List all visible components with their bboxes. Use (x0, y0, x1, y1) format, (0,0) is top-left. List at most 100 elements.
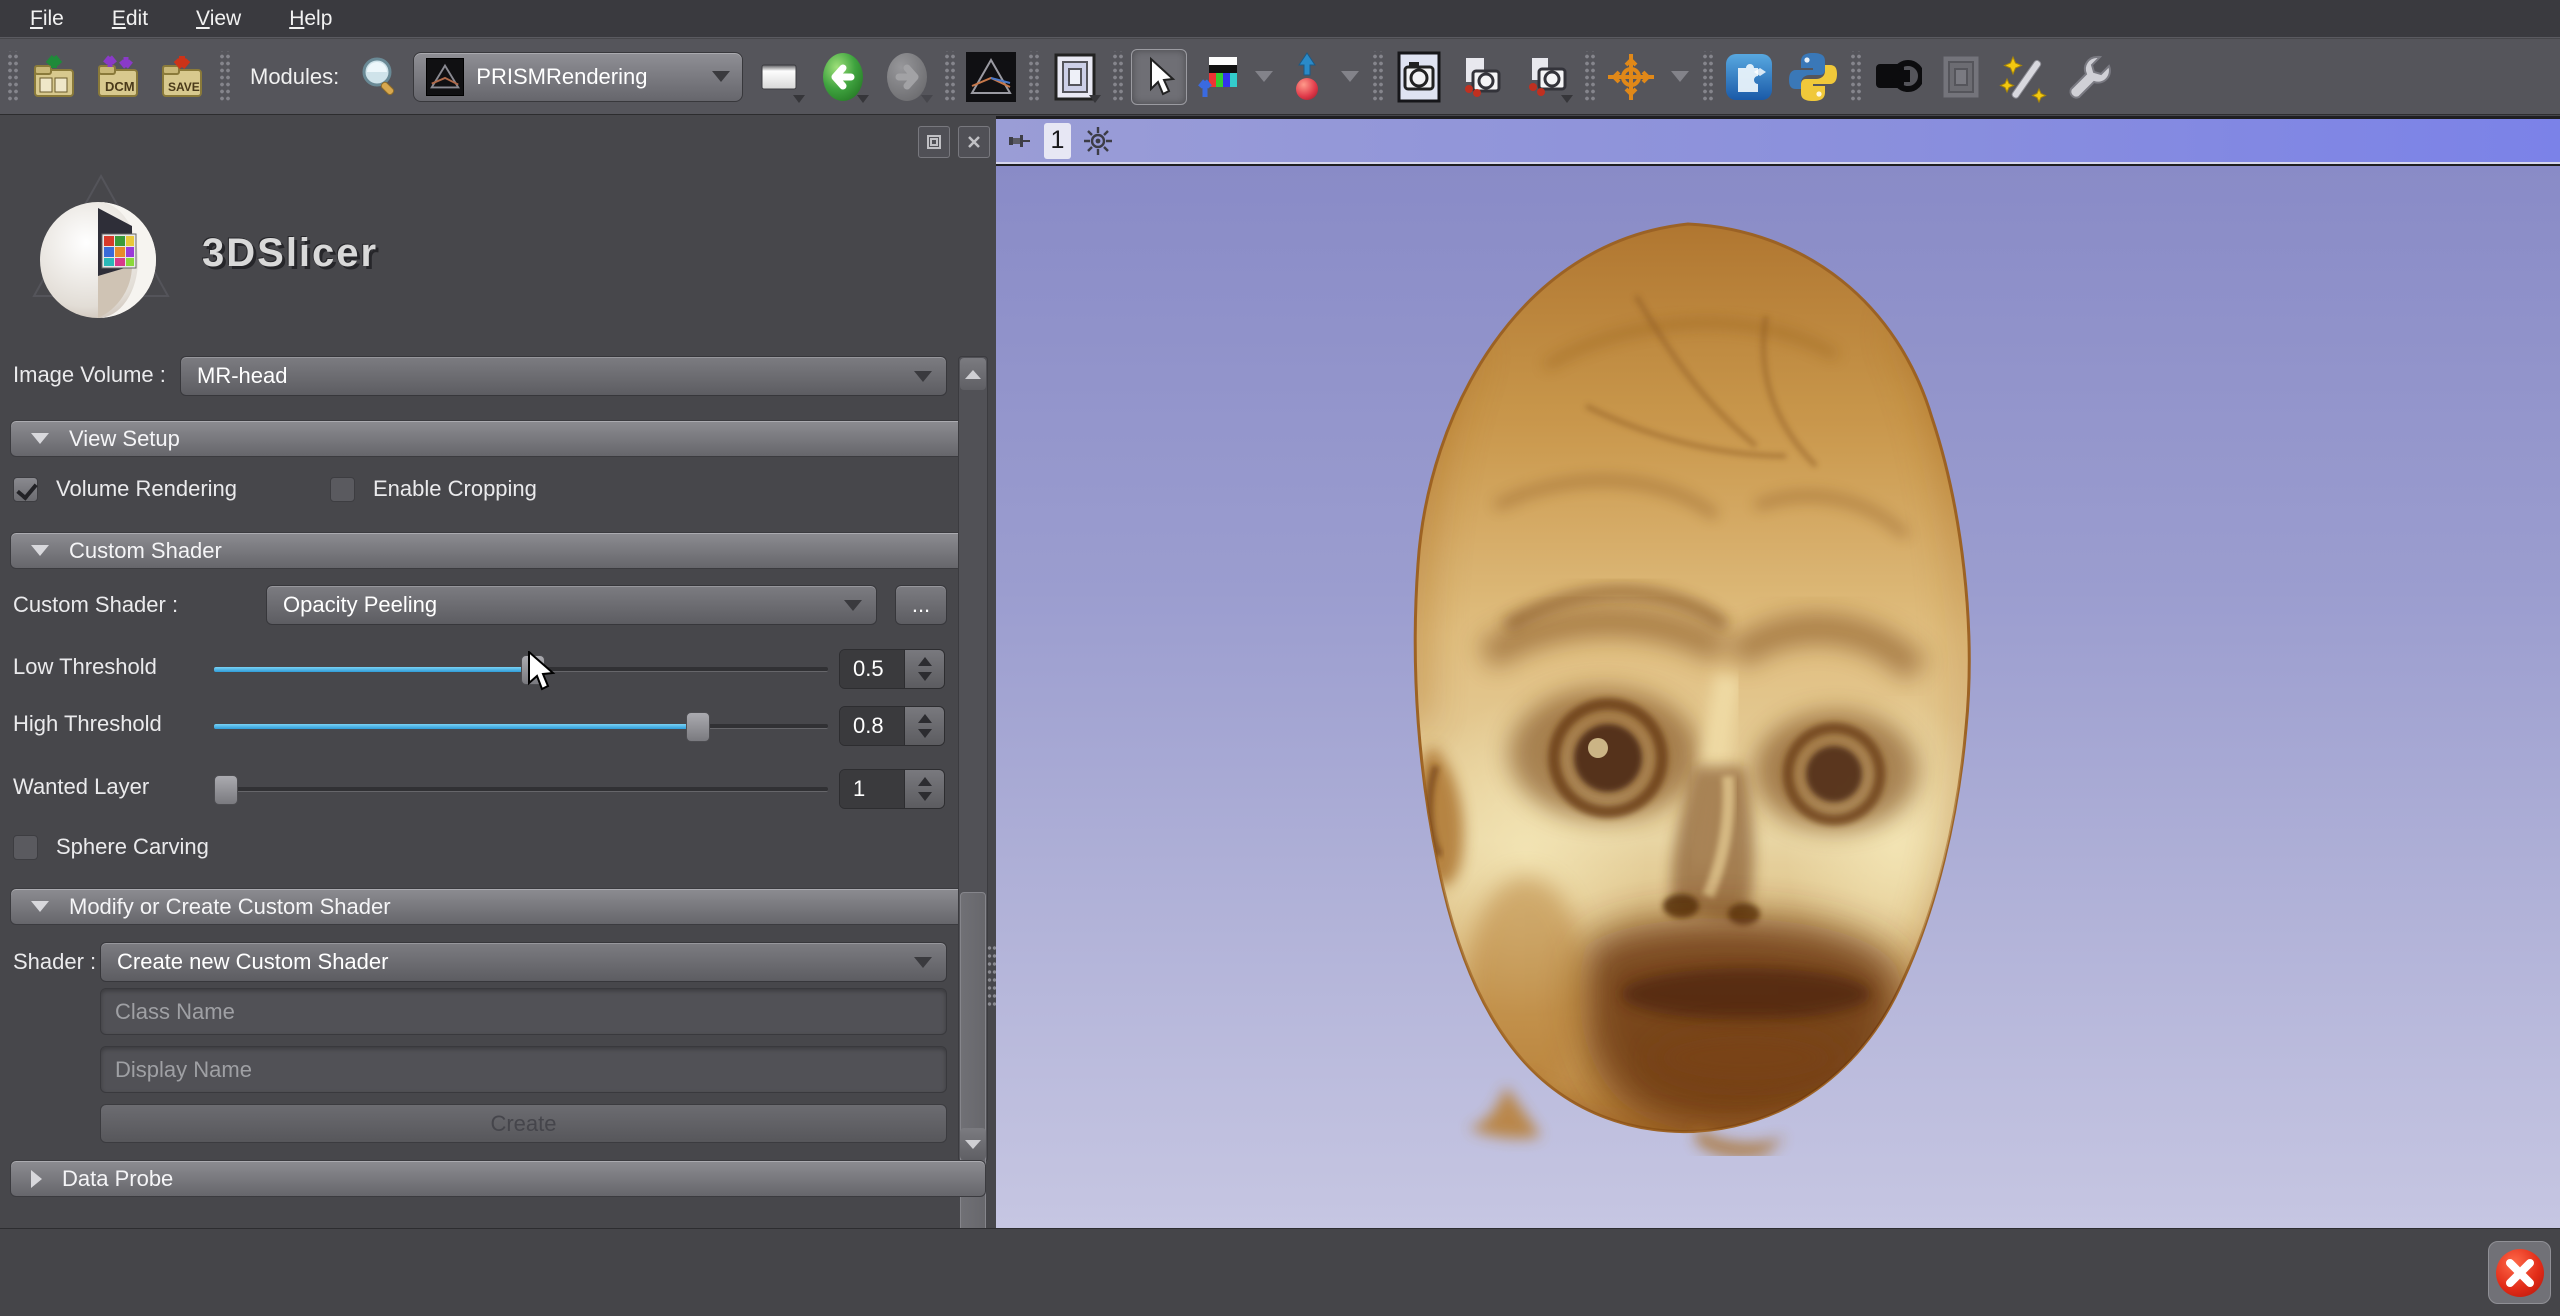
error-log-button[interactable] (2488, 1241, 2551, 1304)
image-volume-combobox[interactable]: MR-head (180, 356, 947, 396)
create-shader-button[interactable]: Create (100, 1104, 947, 1143)
toolbar-grip[interactable] (1027, 51, 1039, 103)
volume-rendering-checkbox[interactable] (13, 477, 38, 502)
spin-down-icon[interactable] (918, 729, 932, 738)
wanted-layer-slider[interactable] (214, 768, 828, 810)
slider-handle[interactable] (521, 655, 545, 685)
slider-fill (214, 667, 533, 672)
toolbar-grip[interactable] (1111, 51, 1123, 103)
menu-help[interactable]: Help (275, 3, 346, 35)
toolbar-grip[interactable] (1701, 51, 1713, 103)
spin-down-icon[interactable] (918, 792, 932, 801)
python-console-button[interactable] (1785, 49, 1841, 105)
save-data-button[interactable]: SAVE (154, 49, 210, 105)
toolbar-grip[interactable] (1371, 51, 1383, 103)
capture-toolbar-button[interactable] (1869, 49, 1925, 105)
load-dicom-button[interactable]: DCM (90, 49, 146, 105)
module-search-button[interactable] (355, 49, 405, 105)
slider-handle[interactable] (686, 712, 710, 742)
high-threshold-slider[interactable] (214, 705, 828, 747)
shader-combobox[interactable]: Create new Custom Shader (100, 942, 947, 982)
wanted-layer-value[interactable]: 1 (840, 770, 904, 808)
layout-selector-button[interactable] (1047, 49, 1103, 105)
view-setup-section-header[interactable]: View Setup (10, 420, 966, 457)
scene-view-restore-button[interactable] (1519, 49, 1575, 105)
shader-options-more-button[interactable]: ... (895, 585, 947, 625)
slicer-logo-text: 3DSlicer (202, 231, 378, 276)
low-threshold-spinbox[interactable]: 0.5 (839, 649, 945, 689)
camcorder-icon (1872, 54, 1922, 100)
pin-icon[interactable] (1006, 128, 1032, 154)
forward-button[interactable] (879, 49, 935, 105)
panel-scrollbar[interactable] (958, 356, 988, 1162)
threed-view-widget: 1 (996, 116, 2560, 1228)
back-button[interactable] (815, 49, 871, 105)
spin-up-icon[interactable] (918, 777, 932, 786)
high-threshold-value[interactable]: 0.8 (840, 707, 904, 745)
threed-viewport[interactable] (996, 166, 2560, 1228)
crosshair-button[interactable] (1603, 49, 1659, 105)
scrollbar-up-icon[interactable] (960, 358, 986, 390)
crosshair-icon (1604, 50, 1658, 104)
settings-wrench-button[interactable] (2061, 49, 2117, 105)
menu-view[interactable]: View (182, 3, 255, 35)
place-markup-button[interactable] (1285, 49, 1329, 105)
chevron-down-icon[interactable] (1341, 71, 1359, 82)
spin-buttons[interactable] (904, 650, 944, 688)
menu-file[interactable]: File (16, 3, 78, 35)
wanted-layer-spinbox[interactable]: 1 (839, 769, 945, 809)
wrench-icon (2063, 51, 2115, 103)
spin-down-icon[interactable] (918, 672, 932, 681)
spin-buttons[interactable] (904, 770, 944, 808)
panel-splitter-handle[interactable] (987, 944, 996, 1006)
chevron-down-icon (1089, 95, 1101, 103)
threed-view-controller-bar: 1 (996, 119, 2560, 164)
mouse-interaction-button[interactable] (1131, 49, 1187, 105)
toolbar-grip[interactable] (1583, 51, 1595, 103)
high-threshold-spinbox[interactable]: 0.8 (839, 706, 945, 746)
load-data-button[interactable] (26, 49, 82, 105)
module-home-button[interactable] (963, 49, 1019, 105)
scene-view-capture-button[interactable] (1455, 49, 1511, 105)
magic-wand-button[interactable] (1997, 49, 2053, 105)
sphere-carving-row: Sphere Carving (13, 834, 209, 860)
spin-up-icon[interactable] (918, 714, 932, 723)
layout-disabled-button[interactable] (1933, 49, 1989, 105)
extensions-manager-button[interactable] (1721, 49, 1777, 105)
low-threshold-value[interactable]: 0.5 (840, 650, 904, 688)
spin-up-icon[interactable] (918, 657, 932, 666)
toolbar-grip[interactable] (1849, 51, 1861, 103)
svg-text:DCM: DCM (105, 79, 135, 94)
more-button-label: ... (912, 592, 930, 618)
data-probe-section-header[interactable]: Data Probe (10, 1160, 986, 1197)
shader-value: Create new Custom Shader (117, 949, 388, 975)
toolbar-grip[interactable] (6, 51, 18, 103)
undock-panel-icon[interactable] (918, 126, 950, 158)
close-panel-icon[interactable] (958, 126, 990, 158)
toolbar-grip[interactable] (943, 51, 955, 103)
toolbar-grip[interactable] (218, 51, 230, 103)
module-selector-combobox[interactable]: PRISMRendering (413, 52, 743, 102)
enable-cropping-checkbox[interactable] (330, 477, 355, 502)
low-threshold-slider[interactable] (214, 648, 828, 690)
chevron-down-icon[interactable] (1671, 71, 1689, 82)
expand-triangle-icon (31, 1170, 42, 1188)
window-level-button[interactable] (1195, 49, 1243, 105)
spin-buttons[interactable] (904, 707, 944, 745)
sphere-carving-checkbox[interactable] (13, 835, 38, 860)
screenshot-button[interactable] (1391, 49, 1447, 105)
module-history-button[interactable] (751, 49, 807, 105)
image-volume-label: Image Volume : (13, 362, 166, 388)
custom-shader-combobox[interactable]: Opacity Peeling (266, 585, 877, 625)
menu-edit[interactable]: Edit (98, 3, 162, 35)
view-crosshair-icon[interactable] (1083, 126, 1113, 156)
slider-handle[interactable] (214, 775, 238, 805)
scrollbar-down-icon[interactable] (960, 1128, 986, 1160)
class-name-input[interactable] (100, 988, 947, 1035)
view-label-badge[interactable]: 1 (1044, 123, 1071, 159)
modify-create-section-header[interactable]: Modify or Create Custom Shader (10, 888, 966, 925)
chevron-down-icon (921, 95, 933, 103)
chevron-down-icon[interactable] (1255, 71, 1273, 82)
display-name-input[interactable] (100, 1046, 947, 1093)
custom-shader-section-header[interactable]: Custom Shader (10, 532, 966, 569)
